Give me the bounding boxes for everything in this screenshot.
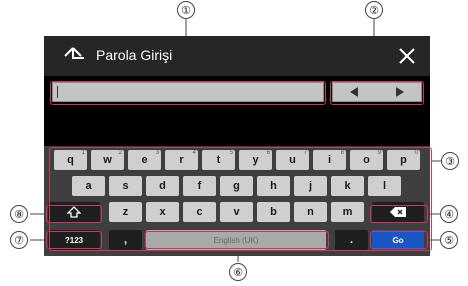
callout-4-highlight	[370, 205, 428, 223]
callout-8-highlight	[46, 205, 102, 223]
back-arrow-icon[interactable]	[60, 44, 86, 70]
callout-2-highlight	[330, 81, 424, 105]
callout-7: ⑦	[10, 231, 28, 249]
callout-6-highlight	[145, 231, 329, 249]
close-icon[interactable]	[396, 45, 418, 67]
callout-2: ②	[365, 1, 383, 19]
callout-6: ⑥	[229, 263, 247, 281]
callout-8: ⑧	[10, 205, 28, 223]
callout-4: ④	[440, 205, 458, 223]
header-bar: Parola Girişi	[44, 36, 430, 76]
callout-3: ③	[441, 152, 459, 170]
callout-7-highlight	[46, 231, 102, 249]
callout-5-highlight	[370, 231, 428, 249]
page-title: Parola Girişi	[96, 47, 173, 63]
callout-1: ①	[177, 1, 195, 19]
callout-1-highlight	[50, 81, 326, 105]
callout-5: ⑤	[440, 231, 458, 249]
